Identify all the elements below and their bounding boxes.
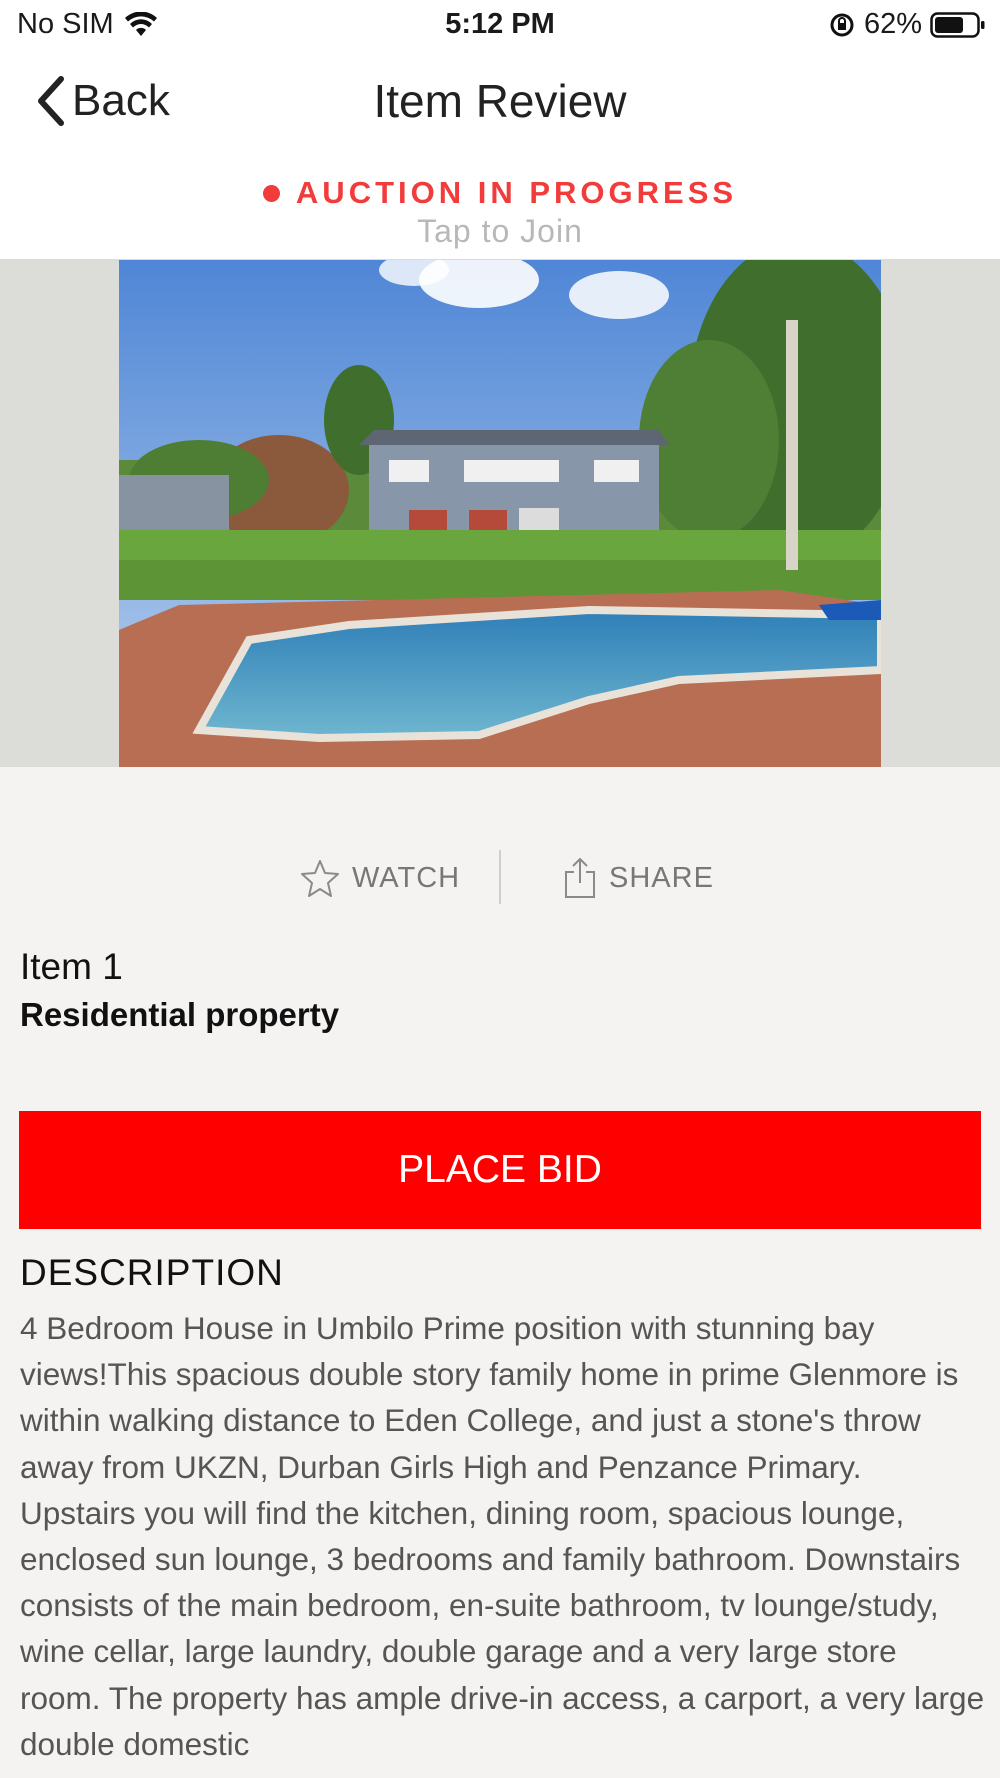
- action-bar: WATCH SHARE: [0, 850, 1000, 906]
- battery-percent: 62%: [863, 8, 922, 40]
- item-number: Item 1: [20, 946, 123, 987]
- photo-strip: [0, 260, 1000, 767]
- auction-status-label: AUCTION IN PROGRESS: [295, 175, 738, 210]
- auction-status: AUCTION IN PROGRESS: [0, 175, 1000, 211]
- status-right: 62%: [828, 8, 986, 41]
- item-type: Residential property: [20, 996, 340, 1033]
- property-photo-image: [119, 260, 881, 767]
- page-title: Item Review: [373, 75, 627, 127]
- watch-label: WATCH: [352, 861, 461, 894]
- navigation-bar: Back Item Review: [0, 50, 1000, 150]
- share-label: SHARE: [609, 861, 714, 894]
- description-text: 4 Bedroom House in Umbilo Prime position…: [20, 1310, 985, 1762]
- watch-button[interactable]: WATCH: [300, 850, 460, 906]
- battery-icon: [930, 11, 985, 38]
- property-photo[interactable]: [119, 260, 881, 767]
- auction-banner[interactable]: AUCTION IN PROGRESS Tap to Join: [0, 150, 1000, 260]
- share-icon: [565, 857, 595, 898]
- tap-to-join-label: Tap to Join: [417, 213, 583, 249]
- description-heading: DESCRIPTION: [20, 1252, 284, 1293]
- star-icon: [301, 860, 339, 897]
- status-bar: No SIM 5:12 PM 62%: [0, 0, 1000, 50]
- orientation-lock-icon: [830, 13, 854, 36]
- share-button[interactable]: SHARE: [563, 850, 714, 906]
- live-dot-icon: [262, 184, 280, 202]
- place-bid-button[interactable]: PLACE BID: [19, 1111, 981, 1229]
- action-divider: [499, 850, 501, 904]
